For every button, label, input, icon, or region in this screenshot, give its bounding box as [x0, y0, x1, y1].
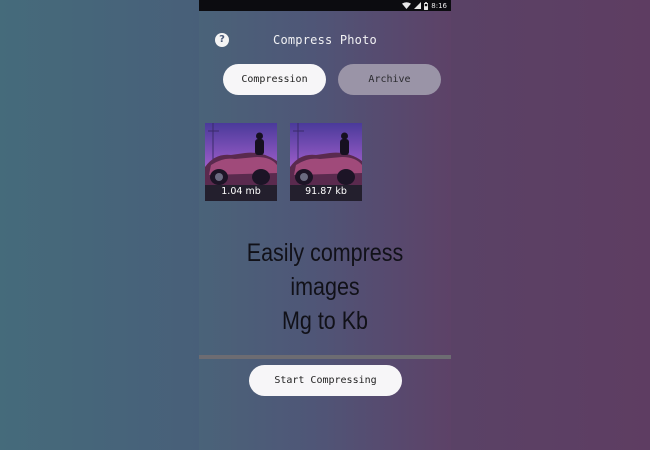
start-compressing-button[interactable]: Start Compressing [249, 365, 402, 396]
clock-time: 8:16 [431, 1, 447, 10]
original-image-thumbnail[interactable]: 1.04 mb [205, 123, 277, 201]
backdrop-right [451, 0, 650, 450]
phone-screen: 8:16 ? Compress Photo Compression Archiv… [199, 0, 451, 450]
compressed-size-label: 91.87 kb [305, 186, 347, 197]
battery-icon [424, 1, 429, 10]
signal-icon [414, 2, 422, 9]
headline-line-2: Mg to Kb [281, 307, 369, 335]
question-mark-icon[interactable]: ? [215, 33, 229, 47]
headline: Easily compress images Mg to Kb [217, 236, 434, 338]
backdrop-left [0, 0, 199, 450]
status-bar: 8:16 [199, 0, 451, 11]
progress-bar [199, 355, 451, 359]
wifi-icon [402, 2, 412, 9]
original-size-label: 1.04 mb [221, 186, 261, 197]
headline-line-1: Easily compress images [246, 239, 404, 301]
tab-archive[interactable]: Archive [338, 64, 441, 95]
tab-compression[interactable]: Compression [223, 64, 326, 95]
page-title: Compress Photo [273, 33, 377, 47]
compressed-image-thumbnail[interactable]: 91.87 kb [290, 123, 362, 201]
